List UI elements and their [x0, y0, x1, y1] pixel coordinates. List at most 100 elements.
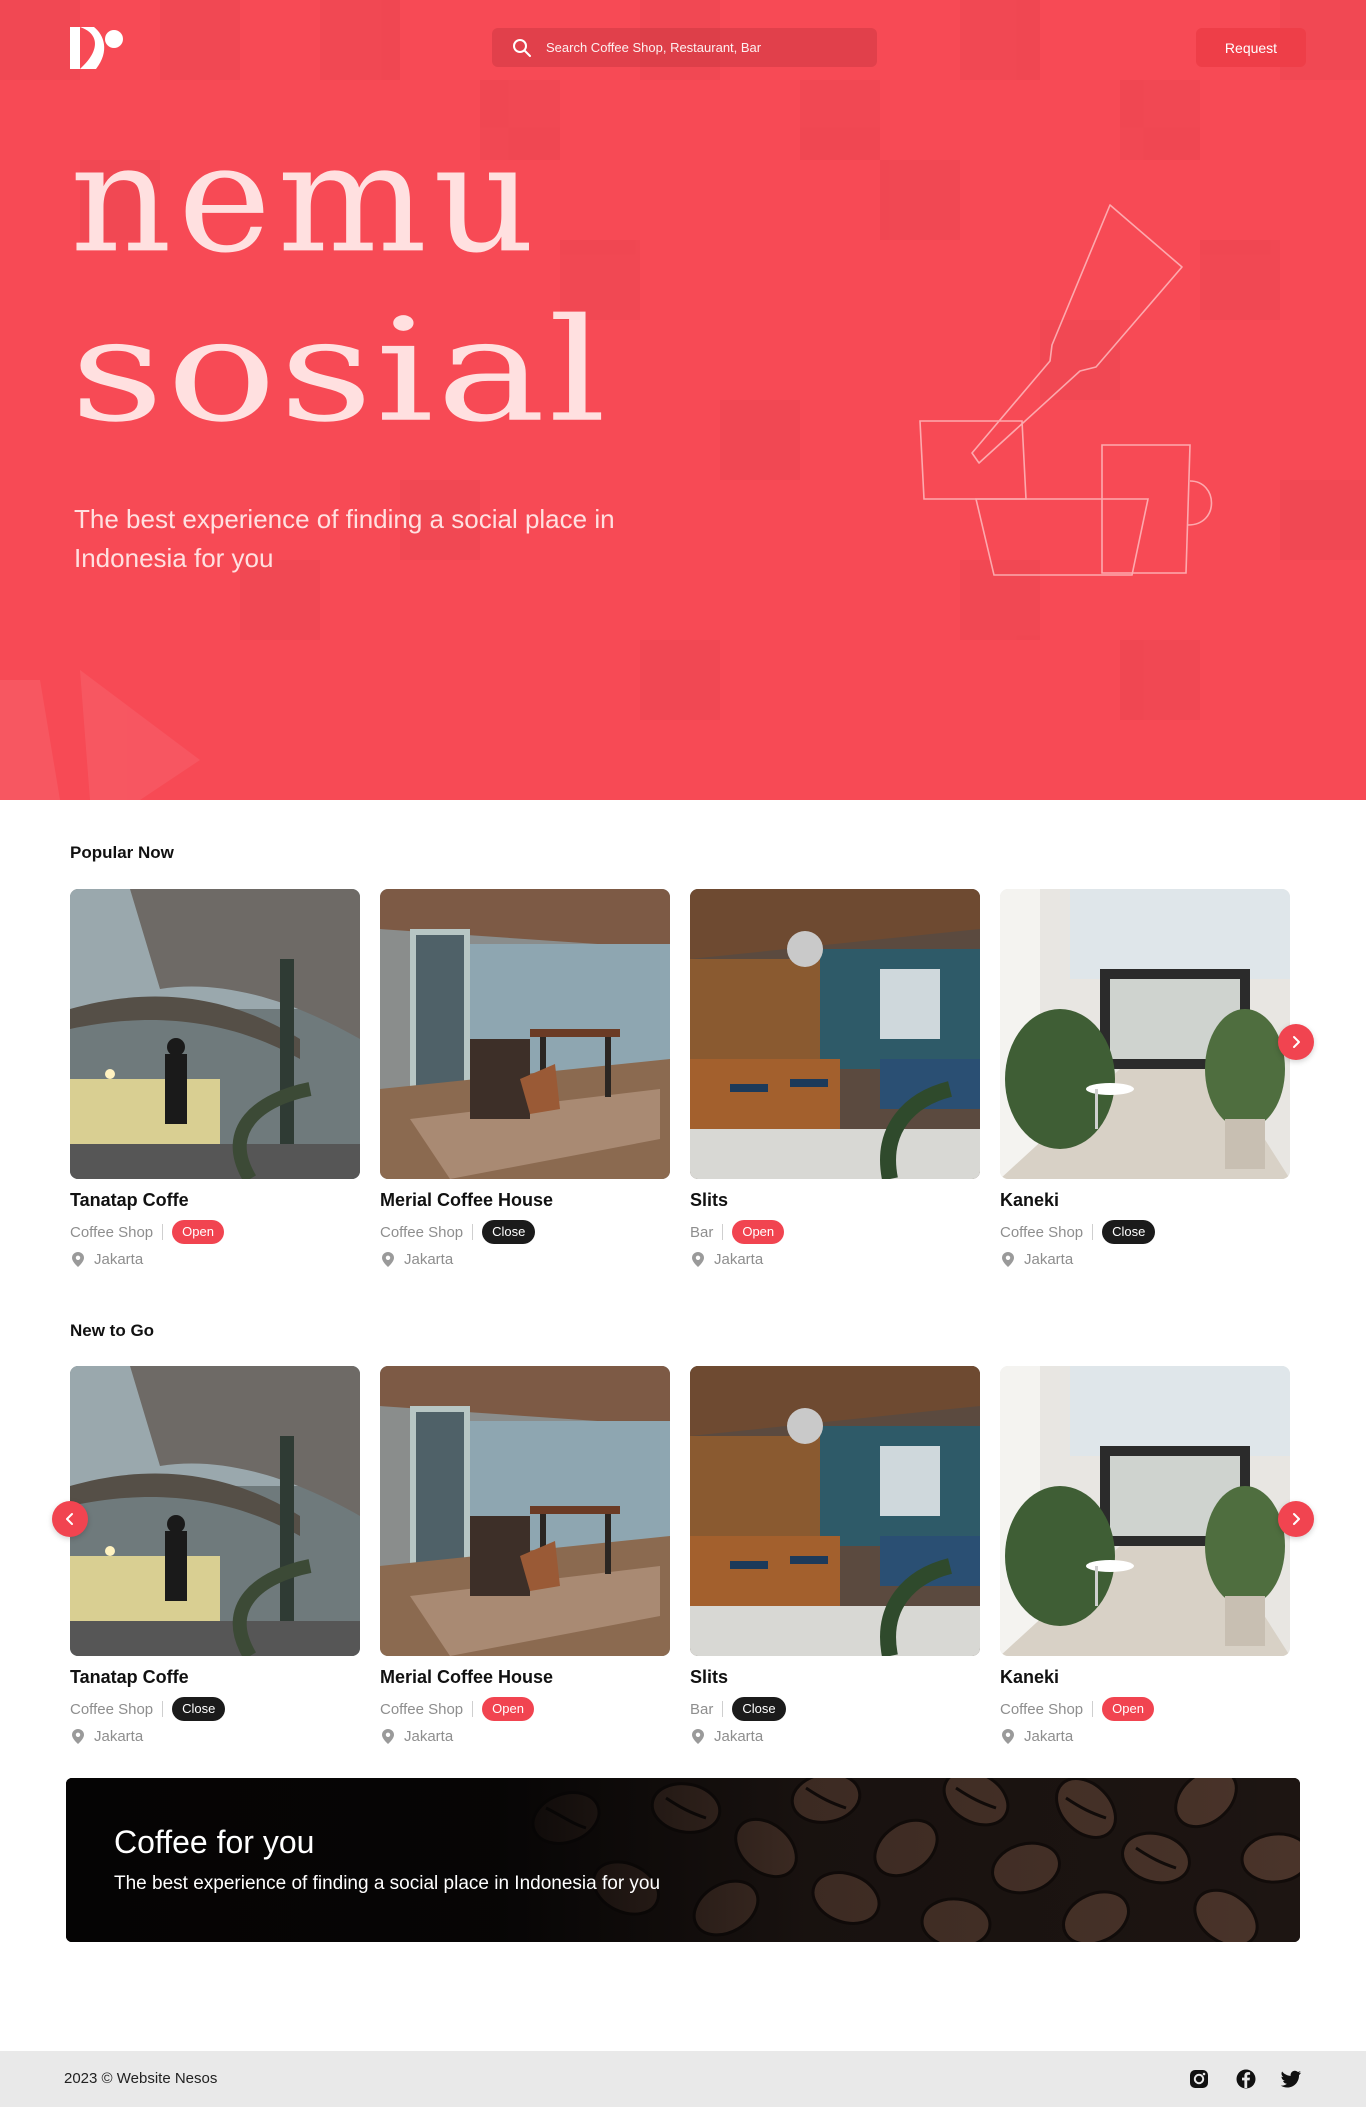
facebook-icon[interactable] — [1235, 2068, 1257, 2090]
place-city: Jakarta — [94, 1250, 144, 1268]
place-card[interactable]: Slits Bar Close Jakarta — [690, 1366, 980, 1747]
place-card[interactable]: Tanatap Coffe Coffee Shop Close Jakarta — [70, 1366, 360, 1747]
top-navigation: Request — [0, 0, 1366, 96]
footer: 2023 © Website Nesos — [0, 2051, 1366, 2107]
new-to-go-row: Tanatap Coffe Coffee Shop Close Jakarta — [70, 1366, 1290, 1766]
place-category: Bar — [690, 1700, 714, 1718]
place-card[interactable]: Merial Coffee House Coffee Shop Open Jak… — [380, 1366, 670, 1747]
place-photo — [1000, 889, 1290, 1179]
place-card[interactable]: Kaneki Coffee Shop Close Jakarta — [1000, 889, 1290, 1270]
place-location: Jakarta — [380, 1725, 670, 1747]
place-photo — [380, 889, 670, 1179]
place-category: Coffee Shop — [1000, 1223, 1084, 1241]
new-to-go-heading: New to Go — [70, 1321, 155, 1340]
place-location: Jakarta — [1000, 1725, 1290, 1747]
place-name: Tanatap Coffe — [70, 1190, 189, 1210]
meta-divider — [472, 1224, 474, 1240]
location-pin-icon — [382, 1728, 394, 1744]
status-badge: Open — [172, 1220, 224, 1244]
place-name: Merial Coffee House — [380, 1667, 554, 1687]
place-photo — [690, 1366, 980, 1656]
hero-title-line-2: sosial — [70, 288, 609, 454]
place-photo — [690, 889, 980, 1179]
hero-title-line-1: nemu — [70, 111, 541, 287]
copyright-text: 2023 © Website Nesos — [64, 2070, 218, 2087]
meta-divider — [722, 1701, 724, 1717]
place-meta: Coffee Shop Close — [380, 1220, 670, 1244]
place-photo — [70, 1366, 360, 1656]
popular-now-row: Tanatap Coffe Coffee Shop Open Jakarta M… — [70, 889, 1290, 1289]
hero-title: nemu sosial — [70, 124, 730, 458]
status-badge: Close — [482, 1220, 536, 1244]
status-badge: Close — [1102, 1220, 1156, 1244]
banner-subtitle: The best experience of finding a social … — [114, 1873, 661, 1894]
location-pin-icon — [72, 1728, 84, 1744]
location-pin-icon — [692, 1251, 704, 1267]
location-pin-icon — [72, 1251, 84, 1267]
place-category: Coffee Shop — [380, 1223, 464, 1241]
brand-logo[interactable] — [70, 27, 124, 69]
place-name: Slits — [690, 1667, 729, 1687]
hero-subtitle: The best experience of finding a social … — [74, 504, 615, 573]
place-city: Jakarta — [404, 1727, 454, 1745]
place-meta: Coffee Shop Open — [380, 1697, 670, 1721]
place-category: Coffee Shop — [70, 1223, 154, 1241]
place-photo — [1000, 1366, 1290, 1656]
place-name: Slits — [690, 1190, 729, 1210]
place-photo — [70, 889, 360, 1179]
place-meta: Coffee Shop Close — [1000, 1220, 1290, 1244]
request-button[interactable]: Request — [1196, 28, 1306, 67]
place-category: Coffee Shop — [70, 1700, 154, 1718]
place-meta: Bar Open — [690, 1220, 980, 1244]
place-card[interactable]: Slits Bar Open Jakarta — [690, 889, 980, 1270]
location-pin-icon — [1002, 1251, 1014, 1267]
place-meta: Coffee Shop Open — [1000, 1697, 1290, 1721]
place-name: Merial Coffee House — [380, 1190, 554, 1210]
banner-title: Coffee for you — [114, 1824, 315, 1860]
new-to-go-prev-button[interactable] — [52, 1501, 88, 1537]
meta-divider — [162, 1701, 164, 1717]
new-to-go-next-button[interactable] — [1278, 1501, 1314, 1537]
place-city: Jakarta — [1024, 1727, 1074, 1745]
status-badge: Open — [482, 1697, 534, 1721]
place-city: Jakarta — [714, 1727, 764, 1745]
place-location: Jakarta — [70, 1725, 360, 1747]
place-location: Jakarta — [380, 1248, 670, 1270]
drink-illustration — [919, 204, 1213, 576]
place-card[interactable]: Kaneki Coffee Shop Open Jakarta — [1000, 1366, 1290, 1747]
meta-divider — [1092, 1224, 1094, 1240]
meta-divider — [472, 1701, 474, 1717]
place-category: Coffee Shop — [380, 1700, 464, 1718]
place-meta: Coffee Shop Open — [70, 1220, 360, 1244]
place-location: Jakarta — [1000, 1248, 1290, 1270]
meta-divider — [162, 1224, 164, 1240]
chevron-left-icon — [66, 1513, 73, 1525]
place-city: Jakarta — [404, 1250, 454, 1268]
location-pin-icon — [382, 1251, 394, 1267]
place-location: Jakarta — [70, 1248, 360, 1270]
search-input[interactable] — [546, 40, 877, 55]
place-city: Jakarta — [1024, 1250, 1074, 1268]
status-badge: Close — [172, 1697, 226, 1721]
place-meta: Bar Close — [690, 1697, 980, 1721]
location-pin-icon — [692, 1728, 704, 1744]
twitter-icon[interactable] — [1280, 2068, 1302, 2090]
instagram-icon[interactable] — [1188, 2068, 1210, 2090]
search-bar[interactable] — [492, 28, 877, 67]
location-pin-icon — [1002, 1728, 1014, 1744]
search-icon — [513, 38, 531, 57]
place-card[interactable]: Merial Coffee House Coffee Shop Close Ja… — [380, 889, 670, 1270]
place-name: Kaneki — [1000, 1667, 1060, 1687]
popular-next-button[interactable] — [1278, 1024, 1314, 1060]
place-name: Tanatap Coffe — [70, 1667, 189, 1687]
status-badge: Close — [732, 1697, 786, 1721]
status-badge: Open — [732, 1220, 785, 1244]
popular-now-heading: Popular Now — [70, 843, 174, 862]
coffee-banner[interactable]: Coffee for you The best experience of fi… — [66, 1778, 1300, 1942]
chevron-right-icon — [1293, 1036, 1300, 1048]
place-photo — [380, 1366, 670, 1656]
place-category: Coffee Shop — [1000, 1700, 1084, 1718]
place-city: Jakarta — [94, 1727, 144, 1745]
place-card[interactable]: Tanatap Coffe Coffee Shop Open Jakarta — [70, 889, 360, 1270]
status-badge: Open — [1102, 1697, 1154, 1721]
